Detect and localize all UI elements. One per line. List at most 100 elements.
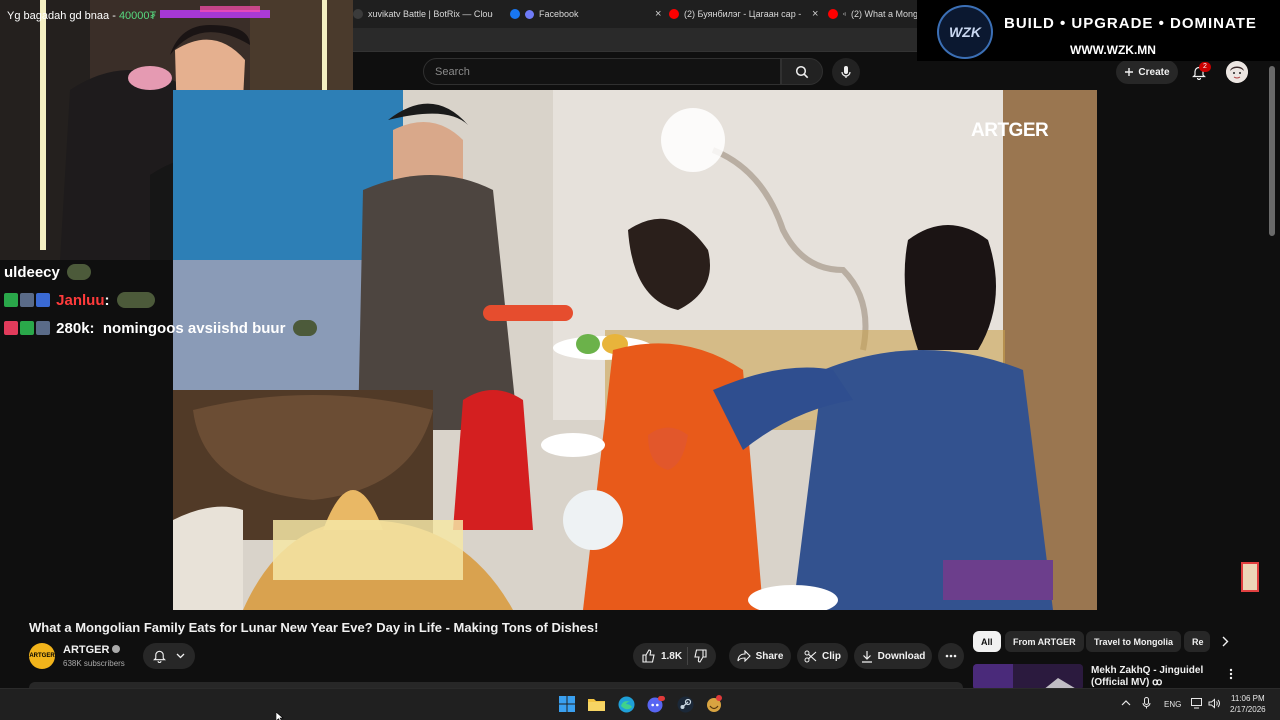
discord-icon[interactable] — [646, 694, 666, 714]
notification-count-badge: 2 — [1199, 62, 1211, 72]
tab-label: Facebook — [539, 9, 579, 19]
extension-favicon-icon — [525, 9, 534, 19]
download-icon — [861, 650, 872, 663]
create-label: Create — [1138, 66, 1170, 78]
channel-name-text[interactable]: ARTGER — [63, 644, 109, 656]
chat-message: 280k: nomingoos avsiishd buur — [4, 320, 317, 337]
volume-icon[interactable] — [1208, 698, 1220, 709]
microphone-tray-icon[interactable] — [1142, 697, 1151, 709]
clock-time: 11:06 PM — [1230, 694, 1265, 703]
gift-badge-icon — [36, 321, 50, 335]
search-placeholder: Search — [435, 66, 470, 78]
scissors-icon — [804, 650, 817, 662]
youtube-favicon-icon — [828, 9, 838, 19]
edge-browser-icon[interactable] — [616, 694, 636, 714]
search-input[interactable]: Search — [423, 58, 781, 85]
more-vertical-icon — [1229, 668, 1233, 680]
start-icon[interactable] — [557, 694, 577, 714]
youtube-favicon-icon — [669, 9, 679, 19]
subscription-bell-button[interactable] — [143, 643, 195, 669]
tab-botrix[interactable]: xuvikatv Battle | BotRix — Cloud S — [353, 4, 493, 24]
heart-badge-icon — [4, 321, 18, 335]
download-button[interactable]: Download — [854, 643, 932, 669]
thumbnail-image — [973, 664, 1083, 690]
tab-label: (2) What a Mong — [850, 9, 918, 19]
close-icon[interactable]: × — [655, 8, 661, 20]
chat-panel — [0, 260, 173, 610]
video-player[interactable] — [173, 90, 1097, 610]
plus-icon — [1125, 68, 1134, 76]
page-scrollbar[interactable] — [1269, 66, 1275, 236]
video-watermark: ARTGER — [971, 120, 1049, 141]
recommendation-thumbnail[interactable] — [973, 664, 1083, 690]
channel-name[interactable]: ARTGER — [63, 644, 121, 656]
recommendation-title[interactable]: Mekh ZakhQ - Jinguidel (Official MV) ꝏ — [1091, 665, 1229, 689]
share-button[interactable]: Share — [729, 643, 791, 669]
tab-facebook[interactable]: Facebook × — [510, 4, 665, 24]
chips-next-button[interactable] — [1214, 631, 1236, 652]
stream-sticker — [1241, 562, 1259, 592]
chat-text: nomingoos avsiishd buur — [102, 320, 286, 337]
facebook-favicon-icon — [510, 9, 520, 19]
chat-message: Janluu: — [4, 292, 155, 309]
video-title: What a Mongolian Family Eats for Lunar N… — [29, 620, 599, 635]
banner-url: WWW.WZK.MN — [1070, 43, 1156, 57]
subscriber-count: 638K subscribers — [63, 659, 125, 668]
network-icon[interactable] — [1191, 698, 1203, 709]
chip-related[interactable]: Re — [1184, 631, 1210, 652]
bell-icon — [153, 650, 166, 663]
share-icon — [737, 650, 751, 662]
more-actions-button[interactable] — [938, 643, 964, 669]
recommendation-menu-button[interactable] — [1229, 667, 1241, 681]
clip-button[interactable]: Clip — [797, 643, 848, 669]
close-icon[interactable]: × — [812, 8, 818, 20]
clip-label: Clip — [822, 650, 841, 662]
chip-all[interactable]: All — [973, 631, 1001, 652]
banner-tagline: BUILD • UPGRADE • DOMINATE — [1004, 15, 1257, 32]
flag-badge-icon — [36, 293, 50, 307]
steam-icon[interactable] — [675, 694, 695, 714]
video-frame-image — [173, 90, 1097, 610]
chat-username: uldeecy — [4, 264, 60, 281]
search-button[interactable] — [781, 58, 823, 85]
channel-avatar[interactable]: ARTGER — [29, 643, 55, 669]
frog-emote-icon — [292, 320, 317, 336]
speaker-icon — [843, 12, 846, 16]
chat-username: 280k — [56, 320, 90, 337]
chevron-up-icon[interactable] — [1121, 699, 1131, 706]
secondary-column — [1097, 90, 1280, 610]
voice-search-button[interactable] — [832, 58, 860, 86]
tab-what-a-mongolian[interactable]: (2) What a Mong — [828, 4, 918, 24]
donation-caption: Yg bagadah gd bnaa - 40000₮ — [7, 10, 156, 22]
chevron-down-icon — [176, 653, 185, 659]
app-pin-icon[interactable] — [704, 694, 724, 714]
thumbs-up-icon[interactable] — [642, 649, 656, 663]
create-button[interactable]: Create — [1116, 60, 1178, 84]
avatar-face-icon — [1226, 61, 1248, 83]
mouse-cursor-icon — [276, 712, 284, 720]
system-clock[interactable]: 11:06 PM 2/17/2026 — [1230, 693, 1266, 715]
chevron-right-icon — [1222, 636, 1228, 647]
account-avatar[interactable] — [1226, 61, 1248, 83]
tab-label: xuvikatv Battle | BotRix — Cloud S — [368, 9, 493, 19]
tab-label: (2) Буянбилэг - Цагаан сар - YouT — [684, 9, 804, 19]
input-language[interactable]: ENG — [1164, 700, 1181, 709]
donation-amount: 40000₮ — [118, 10, 157, 22]
share-label: Share — [755, 650, 784, 662]
frog-emote-icon — [67, 264, 92, 280]
gift-badge-icon — [20, 293, 34, 307]
file-explorer-icon[interactable] — [586, 694, 606, 714]
chip-from-artger[interactable]: From ARTGER — [1005, 631, 1084, 652]
thumbs-down-icon[interactable] — [693, 649, 707, 663]
botrix-favicon-icon — [353, 9, 363, 19]
chip-travel-to-mongolia[interactable]: Travel to Mongolia — [1086, 631, 1182, 652]
like-count[interactable]: 1.8K — [661, 651, 682, 662]
chat-message: uldeecy — [4, 264, 92, 281]
tab-buyanbileg[interactable]: (2) Буянбилэг - Цагаан сар - YouT × — [669, 4, 819, 24]
donation-text: Yg bagadah gd bnaa - — [7, 10, 119, 22]
like-dislike-group: 1.8K — [633, 643, 716, 669]
windows-taskbar — [0, 688, 1280, 720]
wzk-logo: WZK — [937, 5, 993, 59]
frog-emote-icon — [116, 292, 155, 308]
subscriber-badge-icon — [4, 293, 18, 307]
